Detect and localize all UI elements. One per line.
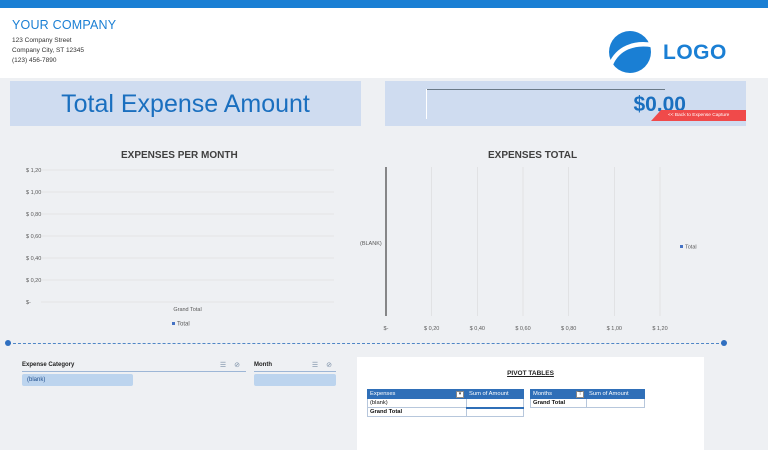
y-tick-label: $ 0,40: [26, 256, 41, 262]
y-tick-label: $-: [26, 300, 31, 306]
legend-label: Total: [177, 322, 190, 328]
company-address-street: 123 Company Street: [12, 37, 72, 44]
top-accent-bar: [0, 0, 768, 8]
pivot-tables-heading: PIVOT TABLES: [507, 370, 554, 377]
pivot-grand-total-value: [466, 407, 524, 417]
y-tick-label: $ 1,00: [26, 190, 41, 196]
multi-select-icon[interactable]: ☰: [218, 361, 228, 370]
x-tick-label: $ 0,60: [515, 326, 530, 332]
clear-filter-icon[interactable]: ⊘: [324, 361, 334, 370]
x-tick-label: Grand Total: [173, 307, 201, 313]
pivot-grand-total-label: Grand Total: [367, 407, 467, 417]
slicer-title-expense-category: Expense Category: [22, 362, 75, 368]
y-tick-label: $ 0,60: [26, 234, 41, 240]
logo-text: LOGO: [663, 41, 727, 64]
legend-swatch: [680, 245, 683, 248]
pivot-header-cell[interactable]: Expenses ▾: [367, 389, 467, 399]
divider-right-handle[interactable]: [721, 340, 727, 346]
slicer-item-blank[interactable]: (blank): [22, 374, 133, 386]
pivot-row-value: [466, 398, 524, 409]
slicer-title-month: Month: [254, 362, 272, 368]
back-to-expense-capture-button[interactable]: << Back to Expense Capture: [651, 110, 746, 121]
x-tick-label: $ 0,20: [424, 326, 439, 332]
pivot-tables-panel: PIVOT TABLES Expenses ▾ Sum of Amount (bl…: [357, 357, 704, 450]
x-tick-label: $ 1,00: [607, 326, 622, 332]
company-name: YOUR COMPANY: [12, 18, 117, 32]
expenses-total-chart: $- $ 0,20 $ 0,40 $ 0,60 $ 0,80 $ 1,00 $ 1,20 (B…: [360, 167, 697, 332]
pivot-grand-total-value: [586, 398, 645, 408]
pivot-header-months: Months: [533, 390, 553, 397]
pivot-header-sum: Sum of Amount: [466, 389, 524, 399]
slicer-underline: [254, 371, 336, 372]
x-tick-label: $ 0,80: [561, 326, 576, 332]
legend-swatch: [172, 322, 175, 325]
pivot-header-cell[interactable]: Months ⊤: [530, 389, 587, 399]
company-phone: (123) 456-7890: [12, 57, 57, 64]
x-tick-label: $-: [384, 326, 389, 332]
banner-title: Total Expense Amount: [61, 90, 310, 118]
pivot-row-label: (blank): [367, 398, 467, 408]
y-tick-label: $ 0,80: [26, 212, 41, 218]
pivot-table-expenses: Expenses ▾ Sum of Amount (blank) Grand To…: [367, 389, 524, 417]
y-tick-label: $ 0,20: [26, 278, 41, 284]
pivot-table-months: Months ⊤ Sum of Amount Grand Total: [530, 389, 645, 408]
slicer-underline: [22, 371, 246, 372]
total-amount-box: $0,00 << Back to Expense Capture: [385, 81, 746, 126]
amount-tick: [426, 89, 427, 119]
clear-filter-icon[interactable]: ⊘: [232, 361, 242, 370]
y-tick-label: $ 1,20: [26, 168, 41, 174]
company-logo: LOGO: [608, 30, 758, 74]
pivot-grand-total-label: Grand Total: [530, 398, 587, 408]
total-expense-banner: Total Expense Amount: [10, 81, 361, 126]
pivot-header-expenses: Expenses: [370, 390, 396, 397]
dashboard-page: YOUR COMPANY 123 Company Street Company …: [0, 0, 768, 450]
expenses-per-month-chart: $ 1,20 $ 1,00 $ 0,80 $ 0,60 $ 0,40 $ 0,20 $- Gr…: [26, 168, 334, 328]
divider-left-handle[interactable]: [5, 340, 11, 346]
legend-label: Total: [685, 245, 697, 251]
slicer-item-month[interactable]: [254, 374, 336, 386]
y-tick-label: (BLANK): [360, 241, 382, 247]
section-divider: [8, 343, 724, 344]
x-tick-label: $ 1,20: [652, 326, 667, 332]
pivot-header-sum: Sum of Amount: [586, 389, 645, 399]
filter-icon[interactable]: ⊤: [576, 390, 584, 398]
logo-circle-icon: [608, 31, 653, 73]
company-address-city: Company City, ST 12345: [12, 47, 85, 54]
multi-select-icon[interactable]: ☰: [310, 361, 320, 370]
x-tick-label: $ 0,40: [470, 326, 485, 332]
filter-dropdown-icon[interactable]: ▾: [456, 390, 464, 398]
amount-divider: [426, 89, 665, 90]
company-header: YOUR COMPANY 123 Company Street Company …: [0, 8, 768, 78]
